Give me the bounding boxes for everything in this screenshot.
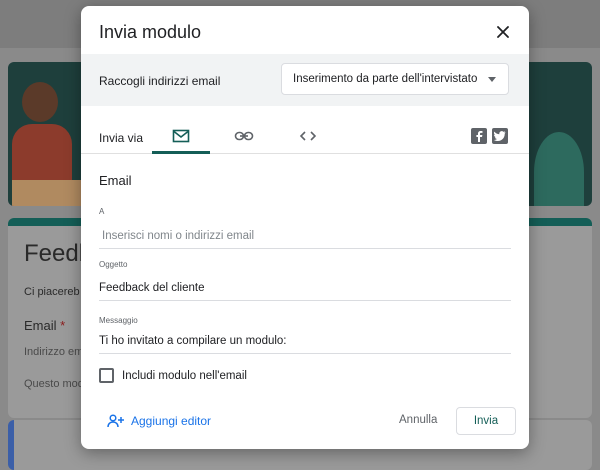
mail-icon	[172, 129, 190, 143]
message-label: Messaggio	[99, 316, 138, 325]
include-form-label: Includi modulo nell'email	[122, 369, 247, 382]
email-question-hint: Indirizzo em	[24, 346, 84, 358]
message-value: Ti ho invitato a compilare un modulo:	[99, 335, 287, 347]
send-form-dialog: Invia modulo Raccogli indirizzi email In…	[81, 6, 529, 449]
add-editors-label: Aggiungi editor	[131, 414, 212, 428]
tab-link[interactable]	[215, 118, 273, 154]
email-question-label: Email	[24, 318, 57, 333]
add-editors-button[interactable]: Aggiungi editor	[107, 414, 211, 428]
cancel-button[interactable]: Annulla	[399, 414, 437, 426]
add-person-icon	[107, 414, 124, 428]
collect-emails-label: Raccogli indirizzi email	[99, 74, 221, 88]
close-icon	[497, 26, 509, 38]
facebook-icon	[476, 131, 483, 142]
include-form-option[interactable]: Includi modulo nell'email	[99, 368, 247, 383]
send-via-tabs: Invia via	[81, 106, 529, 154]
twitter-share-button[interactable]	[492, 128, 508, 144]
collect-emails-row: Raccogli indirizzi email Inserimento da …	[81, 54, 529, 106]
tab-embed[interactable]	[279, 118, 337, 154]
subject-value: Feedback del cliente	[99, 282, 205, 294]
link-icon	[234, 131, 254, 141]
form-note: Questo mod	[24, 378, 84, 390]
twitter-icon	[494, 131, 506, 141]
email-question: Email *	[24, 318, 65, 333]
to-input[interactable]: Inserisci nomi o indirizzi email	[99, 227, 511, 249]
collect-emails-selected: Inserimento da parte dell'intervistato	[293, 73, 478, 85]
banner-illustration-head	[22, 82, 58, 122]
close-button[interactable]	[487, 16, 519, 48]
subject-input[interactable]: Feedback del cliente	[99, 279, 511, 301]
include-form-checkbox[interactable]	[99, 368, 114, 383]
code-icon	[299, 131, 317, 141]
form-description: Ci piacereb	[24, 286, 80, 298]
tab-email[interactable]	[152, 118, 210, 154]
dropdown-caret-icon	[488, 77, 496, 82]
send-button[interactable]: Invia	[456, 407, 516, 435]
message-input[interactable]: Ti ho invitato a compilare un modulo:	[99, 332, 511, 354]
to-placeholder: Inserisci nomi o indirizzi email	[102, 230, 255, 242]
to-label: A	[99, 207, 105, 216]
banner-illustration-tree	[534, 132, 584, 206]
banner-illustration-box	[12, 180, 82, 206]
email-section-title: Email	[99, 173, 132, 188]
collect-emails-select[interactable]: Inserimento da parte dell'intervistato	[281, 63, 509, 95]
send-via-label: Invia via	[99, 131, 144, 145]
required-mark: *	[60, 318, 66, 333]
dialog-title: Invia modulo	[99, 22, 202, 42]
facebook-share-button[interactable]	[471, 128, 487, 144]
subject-label: Oggetto	[99, 260, 128, 269]
